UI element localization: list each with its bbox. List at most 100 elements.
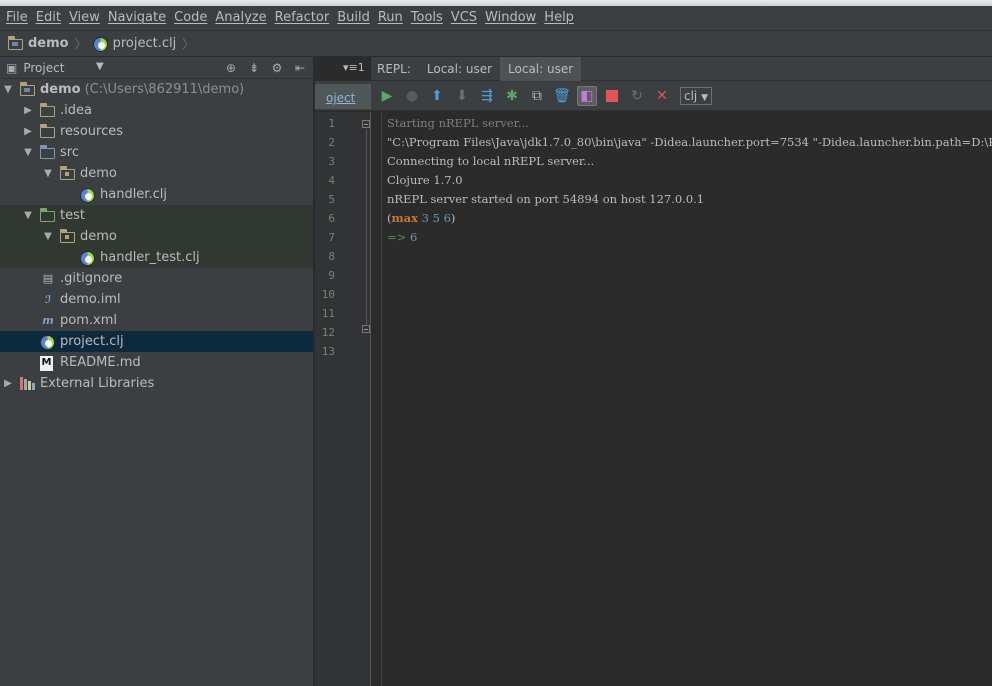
load-file-icon[interactable]: ⇶ — [477, 86, 497, 106]
gear-icon[interactable]: ⚙ — [270, 60, 284, 76]
clojure-file-icon — [40, 334, 56, 350]
breadcrumb-separator-icon: 〉 — [74, 37, 87, 51]
expanded-arrow-icon[interactable]: ▼ — [42, 231, 54, 242]
collapsed-arrow-icon[interactable]: ▶ — [2, 378, 14, 389]
expanded-arrow-icon[interactable]: ▼ — [22, 210, 34, 221]
menu-run[interactable]: Run — [376, 6, 409, 30]
tree-item-external-libraries[interactable]: ▶ External Libraries — [0, 373, 313, 394]
source-folder-icon — [39, 144, 56, 160]
line-number: 9 — [328, 269, 335, 282]
chevron-down-icon: ▼ — [701, 93, 709, 103]
menu-navigate[interactable]: Navigate — [106, 6, 172, 30]
menu-view[interactable]: View — [67, 6, 106, 30]
tree-item-resources[interactable]: ▶ resources — [0, 121, 313, 142]
line-number: 4 — [328, 174, 335, 187]
expanded-arrow-icon[interactable]: ▼ — [2, 84, 14, 95]
clojure-file-icon — [80, 250, 96, 266]
history-down-icon[interactable]: ⬇ — [452, 86, 472, 106]
line-number: 6 — [328, 212, 335, 225]
tree-item-label: pom.xml — [60, 313, 117, 328]
project-tree: ▼ demo (C:\Users\862911\demo) ▶ .idea ▶ resour… — [0, 79, 313, 394]
tree-item-readme-md[interactable]: ▶MREADME.md — [0, 352, 313, 373]
module-folder-icon — [7, 35, 24, 51]
restart-icon[interactable]: ↻ — [627, 86, 647, 106]
fold-start-icon[interactable] — [362, 120, 370, 128]
stop-circle-icon[interactable]: ● — [402, 86, 422, 106]
toggle-soft-wrap-icon[interactable]: ◧ — [577, 86, 597, 106]
menu-tools[interactable]: Tools — [409, 6, 449, 30]
tree-item-label: handler.clj — [100, 187, 167, 202]
repl-divider — [381, 112, 382, 686]
tree-item-test[interactable]: ▼ test — [0, 205, 313, 226]
tree-item-label: project.clj — [60, 334, 124, 349]
tree-item-label: test — [60, 208, 85, 223]
menu-help[interactable]: Help — [542, 6, 580, 30]
tree-item-demo[interactable]: ▼ demo — [0, 163, 313, 184]
repl-console-output[interactable]: Starting nREPL server... "C:\Program Fil… — [387, 112, 992, 686]
line-number: 3 — [328, 155, 335, 168]
editor-tab-strip: ▾≡1 — [315, 57, 371, 81]
navigation-bar: demo 〉 project.clj 〉 — [0, 30, 992, 57]
namespace-select[interactable]: clj ▼ — [680, 87, 713, 105]
tree-item-label: demo — [80, 229, 117, 244]
collapse-all-icon[interactable]: ⇟ — [247, 60, 261, 76]
namespace-select-value: clj — [684, 89, 698, 103]
collapsed-arrow-icon[interactable]: ▶ — [22, 126, 34, 137]
collapsed-arrow-icon[interactable]: ▶ — [22, 105, 34, 116]
tree-item-label: demo.iml — [60, 292, 121, 307]
menu-refactor[interactable]: Refactor — [273, 6, 336, 30]
tab-list-menu-button[interactable]: ▾≡1 — [343, 61, 365, 74]
scroll-from-source-icon[interactable]: ⊕ — [224, 60, 238, 76]
tree-item-gitignore[interactable]: ▶▤.gitignore — [0, 268, 313, 289]
fold-guide-line — [366, 129, 367, 325]
tree-item-demo[interactable]: ▼ demo (C:\Users\862911\demo) — [0, 79, 313, 100]
project-view-selector[interactable]: Project — [23, 61, 64, 75]
breadcrumb-file[interactable]: project.clj — [92, 36, 176, 52]
breadcrumb-separator-icon: 〉 — [182, 37, 195, 51]
tree-item-handler-test-clj[interactable]: ▶handler_test.clj — [0, 247, 313, 268]
editor-file-tab[interactable]: oject — [315, 84, 371, 109]
run-icon[interactable]: ▶ — [377, 86, 397, 106]
tree-item-demo-iml[interactable]: ▶ℐdemo.iml — [0, 289, 313, 310]
line-number: 5 — [328, 193, 335, 206]
maven-file-icon: m — [42, 313, 54, 327]
tree-item-label: demo — [80, 166, 117, 181]
libraries-icon — [20, 376, 36, 391]
menu-file[interactable]: File — [4, 6, 34, 30]
line-number: 1 — [328, 117, 335, 130]
tree-item-demo[interactable]: ▼ demo — [0, 226, 313, 247]
tree-item-src[interactable]: ▼ src — [0, 142, 313, 163]
tree-item-label: .gitignore — [60, 271, 123, 286]
line-number: 8 — [328, 250, 335, 263]
history-up-icon[interactable]: ⬆ — [427, 86, 447, 106]
hide-panel-icon[interactable]: ⇤ — [293, 60, 307, 76]
repl-tab-local-user-2[interactable]: Local: user — [500, 57, 582, 81]
menu-code[interactable]: Code — [172, 6, 213, 30]
repl-tab-local-user-1[interactable]: Local: user — [419, 57, 500, 81]
menu-edit[interactable]: Edit — [34, 6, 67, 30]
menu-vcs[interactable]: VCS — [449, 6, 483, 30]
folder-icon — [39, 102, 56, 118]
tree-item-idea[interactable]: ▶ .idea — [0, 100, 313, 121]
chevron-down-icon[interactable]: ▼ — [96, 61, 104, 72]
menu-analyze[interactable]: Analyze — [213, 6, 272, 30]
package-icon — [59, 165, 76, 181]
tree-item-handler-clj[interactable]: ▶handler.clj — [0, 184, 313, 205]
tree-item-path-hint: (C:\Users\862911\demo) — [84, 82, 245, 97]
switch-namespace-icon[interactable]: ⧉ — [527, 86, 547, 106]
fold-end-icon[interactable] — [362, 325, 370, 333]
expanded-arrow-icon[interactable]: ▼ — [22, 147, 34, 158]
debug-bug-icon[interactable]: ✱ — [502, 86, 522, 106]
clear-trash-icon[interactable]: 🗑 — [552, 86, 572, 106]
test-folder-icon — [39, 207, 56, 223]
menu-build[interactable]: Build — [335, 6, 376, 30]
breadcrumb-project[interactable]: demo — [7, 35, 69, 51]
expanded-arrow-icon[interactable]: ▼ — [42, 168, 54, 179]
tree-item-pom-xml[interactable]: ▶mpom.xml — [0, 310, 313, 331]
stop-square-icon[interactable] — [602, 86, 622, 106]
tree-item-project-clj[interactable]: ▶project.clj — [0, 331, 313, 352]
menu-window[interactable]: Window — [483, 6, 542, 30]
close-icon[interactable]: ✕ — [652, 86, 672, 106]
markdown-file-icon: M — [40, 355, 56, 371]
line-number: 2 — [328, 136, 335, 149]
